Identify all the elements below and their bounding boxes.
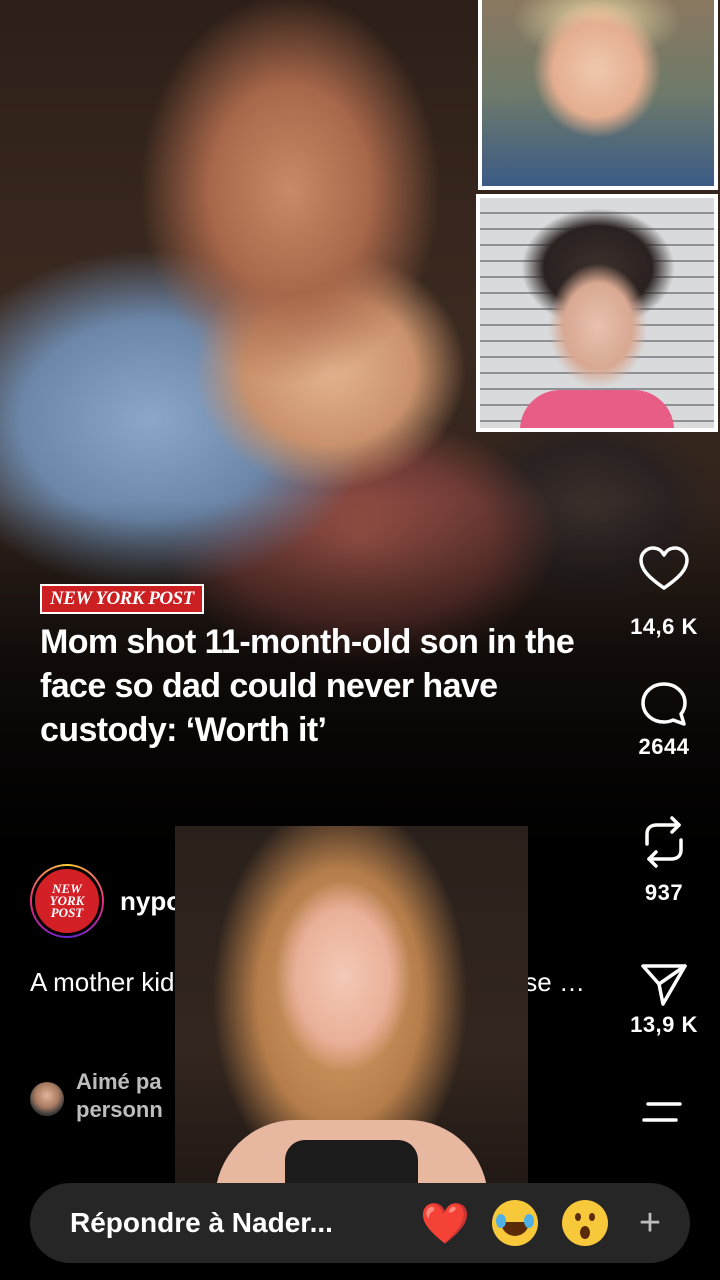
reply-bar[interactable]: Répondre à Nader... ❤️ + [30,1183,690,1263]
inset-baby-photo [478,0,718,190]
reply-input[interactable]: Répondre à Nader... [70,1207,410,1239]
inset-mugshot-photo [476,194,718,432]
repost-icon [619,814,709,870]
avatar[interactable]: NEW YORK POST [30,864,104,938]
share-button[interactable]: 13,9 K [619,960,709,1038]
menu-icon[interactable] [642,1100,682,1129]
like-count: 14,6 K [630,614,698,639]
post-headline: Mom shot 11-month-old son in the face so… [40,623,575,749]
comment-button[interactable]: 2644 [619,680,709,760]
liker-avatar [30,1082,64,1116]
avatar-logo: NEW YORK POST [32,866,102,936]
repost-button[interactable]: 937 [619,814,709,906]
laugh-reaction-button[interactable] [492,1200,538,1246]
plus-icon[interactable]: + [620,1202,680,1245]
share-icon [619,960,709,1008]
repost-count: 937 [644,880,684,905]
like-button[interactable] [619,544,709,594]
heart-reaction-button[interactable]: ❤️ [410,1200,480,1247]
heart-icon [619,544,709,594]
comment-icon [619,680,709,730]
share-count: 13,9 K [630,1012,698,1037]
liked-by-row[interactable]: Aimé pa personn [30,1068,196,1124]
wow-reaction-button[interactable] [562,1200,608,1246]
comment-count: 2644 [638,734,690,759]
facecam-video[interactable] [175,826,528,1200]
brand-tag: NEW YORK POST [40,584,204,614]
